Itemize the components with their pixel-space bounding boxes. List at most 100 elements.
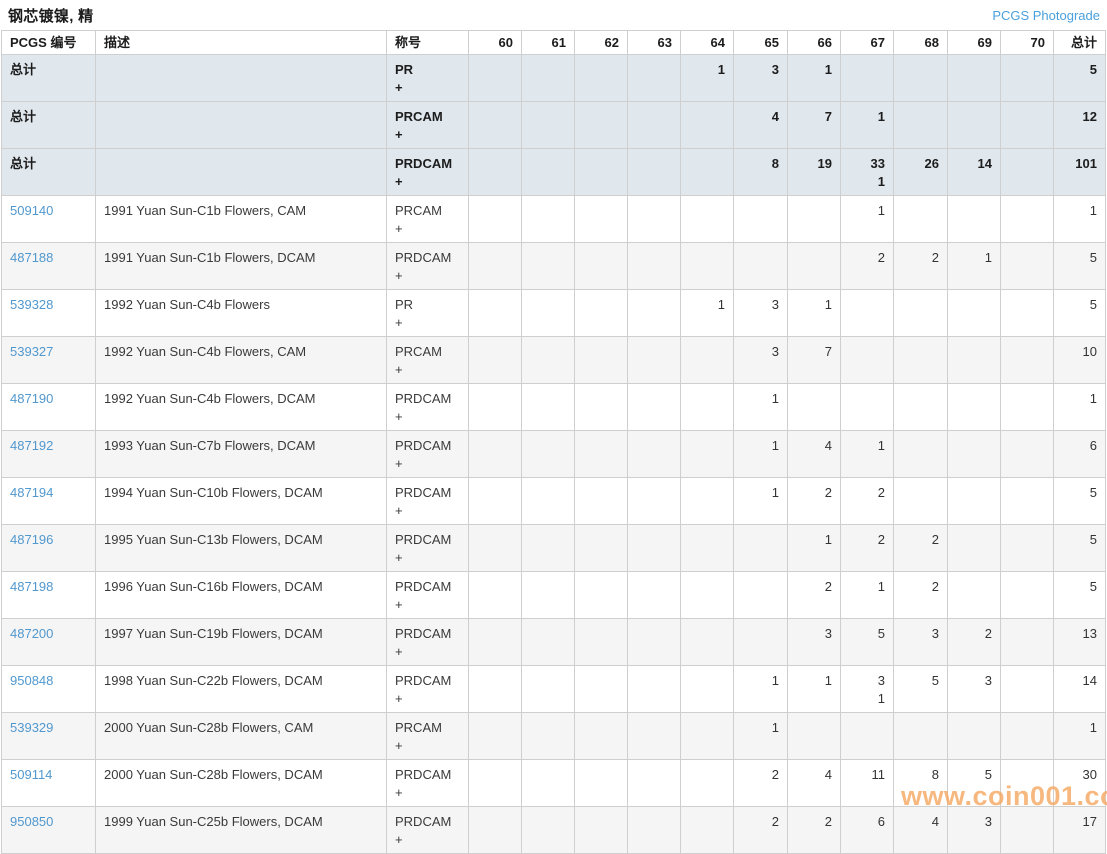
total-row: 总计PR +1315 xyxy=(2,55,1106,102)
grade-68-count-cell: 26 xyxy=(894,149,948,196)
grade-66-count-cell: 2 xyxy=(788,572,841,619)
total-count-cell: 5 xyxy=(1054,290,1106,337)
grade-61-count-cell xyxy=(522,525,575,572)
grade-70-count-cell xyxy=(1001,713,1054,760)
grade-64-count-cell xyxy=(681,431,734,478)
grade-67-count-cell xyxy=(841,55,894,102)
table-row: 539327 1992 Yuan Sun-C4b Flowers, CAMPRCA… xyxy=(2,337,1106,384)
grade-62-count-cell xyxy=(575,102,628,149)
description-cell: 1998 Yuan Sun-C22b Flowers, DCAM xyxy=(96,666,387,713)
grade-60-count-cell xyxy=(469,384,522,431)
grade-63-count-cell xyxy=(628,478,681,525)
description-cell: 1991 Yuan Sun-C1b Flowers, CAM xyxy=(96,196,387,243)
description-cell xyxy=(96,55,387,102)
grade-62-count-cell xyxy=(575,196,628,243)
grade-70-count-cell xyxy=(1001,243,1054,290)
grade-69-count-cell: 3 xyxy=(948,666,1001,713)
pcgs-number-link[interactable]: 950850 xyxy=(10,814,53,829)
grade-63-count-cell xyxy=(628,807,681,854)
pcgs-number-link[interactable]: 487194 xyxy=(10,485,53,500)
grade-63-count-cell xyxy=(628,196,681,243)
grade-67-count-cell: 6 xyxy=(841,807,894,854)
column-header-62: 62 xyxy=(575,31,628,55)
grade-69-count-cell: 5 xyxy=(948,760,1001,807)
grade-63-count-cell xyxy=(628,666,681,713)
grade-64-count-cell xyxy=(681,807,734,854)
designation-cell: PRDCAM + xyxy=(387,243,469,290)
grade-68-count-cell: 3 xyxy=(894,619,948,666)
pcgs-number-cell: 509140 xyxy=(2,196,96,243)
grade-66-count-cell: 3 xyxy=(788,619,841,666)
grade-67-count-cell: 2 xyxy=(841,478,894,525)
total-count-cell: 1 xyxy=(1054,196,1106,243)
column-header-pcgs-number: PCGS 编号 xyxy=(2,31,96,55)
grade-64-count-cell xyxy=(681,572,734,619)
top-bar: 钢芯镀镍, 精 PCGS Photograde xyxy=(0,0,1107,30)
grade-64-count-cell xyxy=(681,666,734,713)
table-row: 4872001997 Yuan Sun-C19b Flowers, DCAMPR… xyxy=(2,619,1106,666)
grade-60-count-cell xyxy=(469,807,522,854)
pcgs-number-link[interactable]: 487192 xyxy=(10,438,53,453)
grade-60-count-cell xyxy=(469,525,522,572)
grade-60-count-cell xyxy=(469,478,522,525)
pcgs-photograde-link[interactable]: PCGS Photograde xyxy=(992,8,1100,23)
pcgs-number-link[interactable]: 539329 xyxy=(10,720,53,735)
pcgs-number-link[interactable]: 487190 xyxy=(10,391,53,406)
grade-63-count-cell xyxy=(628,619,681,666)
pcgs-number-cell: 539329 xyxy=(2,713,96,760)
grade-67-count-cell xyxy=(841,384,894,431)
grade-60-count-cell xyxy=(469,713,522,760)
grade-70-count-cell xyxy=(1001,102,1054,149)
grade-62-count-cell xyxy=(575,431,628,478)
grade-68-count-cell: 2 xyxy=(894,243,948,290)
table-row: 5091142000 Yuan Sun-C28b Flowers, DCAMPR… xyxy=(2,760,1106,807)
grade-64-count-cell xyxy=(681,525,734,572)
grade-61-count-cell xyxy=(522,760,575,807)
pcgs-number-cell: 487196 xyxy=(2,525,96,572)
grade-64-count-cell xyxy=(681,619,734,666)
total-count-cell: 12 xyxy=(1054,102,1106,149)
grade-69-count-cell xyxy=(948,196,1001,243)
designation-cell: PRCAM + xyxy=(387,102,469,149)
grade-61-count-cell xyxy=(522,666,575,713)
grade-66-count-cell: 1 xyxy=(788,666,841,713)
pcgs-number-link[interactable]: 487196 xyxy=(10,532,53,547)
pcgs-number-link[interactable]: 539327 xyxy=(10,344,53,359)
pcgs-number-link[interactable]: 487198 xyxy=(10,579,53,594)
grade-64-count-cell: 1 xyxy=(681,290,734,337)
description-cell: 1999 Yuan Sun-C25b Flowers, DCAM xyxy=(96,807,387,854)
description-cell: 1991 Yuan Sun-C1b Flowers, DCAM xyxy=(96,243,387,290)
grade-68-count-cell: 4 xyxy=(894,807,948,854)
grade-70-count-cell xyxy=(1001,760,1054,807)
grade-63-count-cell xyxy=(628,55,681,102)
table-row: 4871941994 Yuan Sun-C10b Flowers, DCAMPR… xyxy=(2,478,1106,525)
grade-61-count-cell xyxy=(522,196,575,243)
designation-cell: PRCAM + xyxy=(387,337,469,384)
grade-67-count-cell: 1 xyxy=(841,431,894,478)
pcgs-number-link[interactable]: 950848 xyxy=(10,673,53,688)
pcgs-number-link[interactable]: 509140 xyxy=(10,203,53,218)
column-header-60: 60 xyxy=(469,31,522,55)
grade-70-count-cell xyxy=(1001,290,1054,337)
grade-67-count-cell: 1 xyxy=(841,572,894,619)
total-count-cell: 13 xyxy=(1054,619,1106,666)
column-header-69: 69 xyxy=(948,31,1001,55)
grade-70-count-cell xyxy=(1001,55,1054,102)
grade-65-count-cell: 3 xyxy=(734,337,788,384)
pcgs-number-cell: 487188 xyxy=(2,243,96,290)
description-cell: 1992 Yuan Sun-C4b Flowers, CAM xyxy=(96,337,387,384)
total-count-cell: 1 xyxy=(1054,384,1106,431)
designation-cell: PRDCAM + xyxy=(387,807,469,854)
grade-60-count-cell xyxy=(469,760,522,807)
pcgs-number-link[interactable]: 509114 xyxy=(10,767,52,782)
grade-61-count-cell xyxy=(522,572,575,619)
grade-67-count-cell: 11 xyxy=(841,760,894,807)
grade-66-count-cell: 2 xyxy=(788,807,841,854)
grade-70-count-cell xyxy=(1001,196,1054,243)
pcgs-number-link[interactable]: 539328 xyxy=(10,297,53,312)
table-row: 487188 1991 Yuan Sun-C1b Flowers, DCAMPRD… xyxy=(2,243,1106,290)
grade-62-count-cell xyxy=(575,572,628,619)
pcgs-number-link[interactable]: 487200 xyxy=(10,626,53,641)
pcgs-number-link[interactable]: 487188 xyxy=(10,250,53,265)
total-count-cell: 5 xyxy=(1054,478,1106,525)
